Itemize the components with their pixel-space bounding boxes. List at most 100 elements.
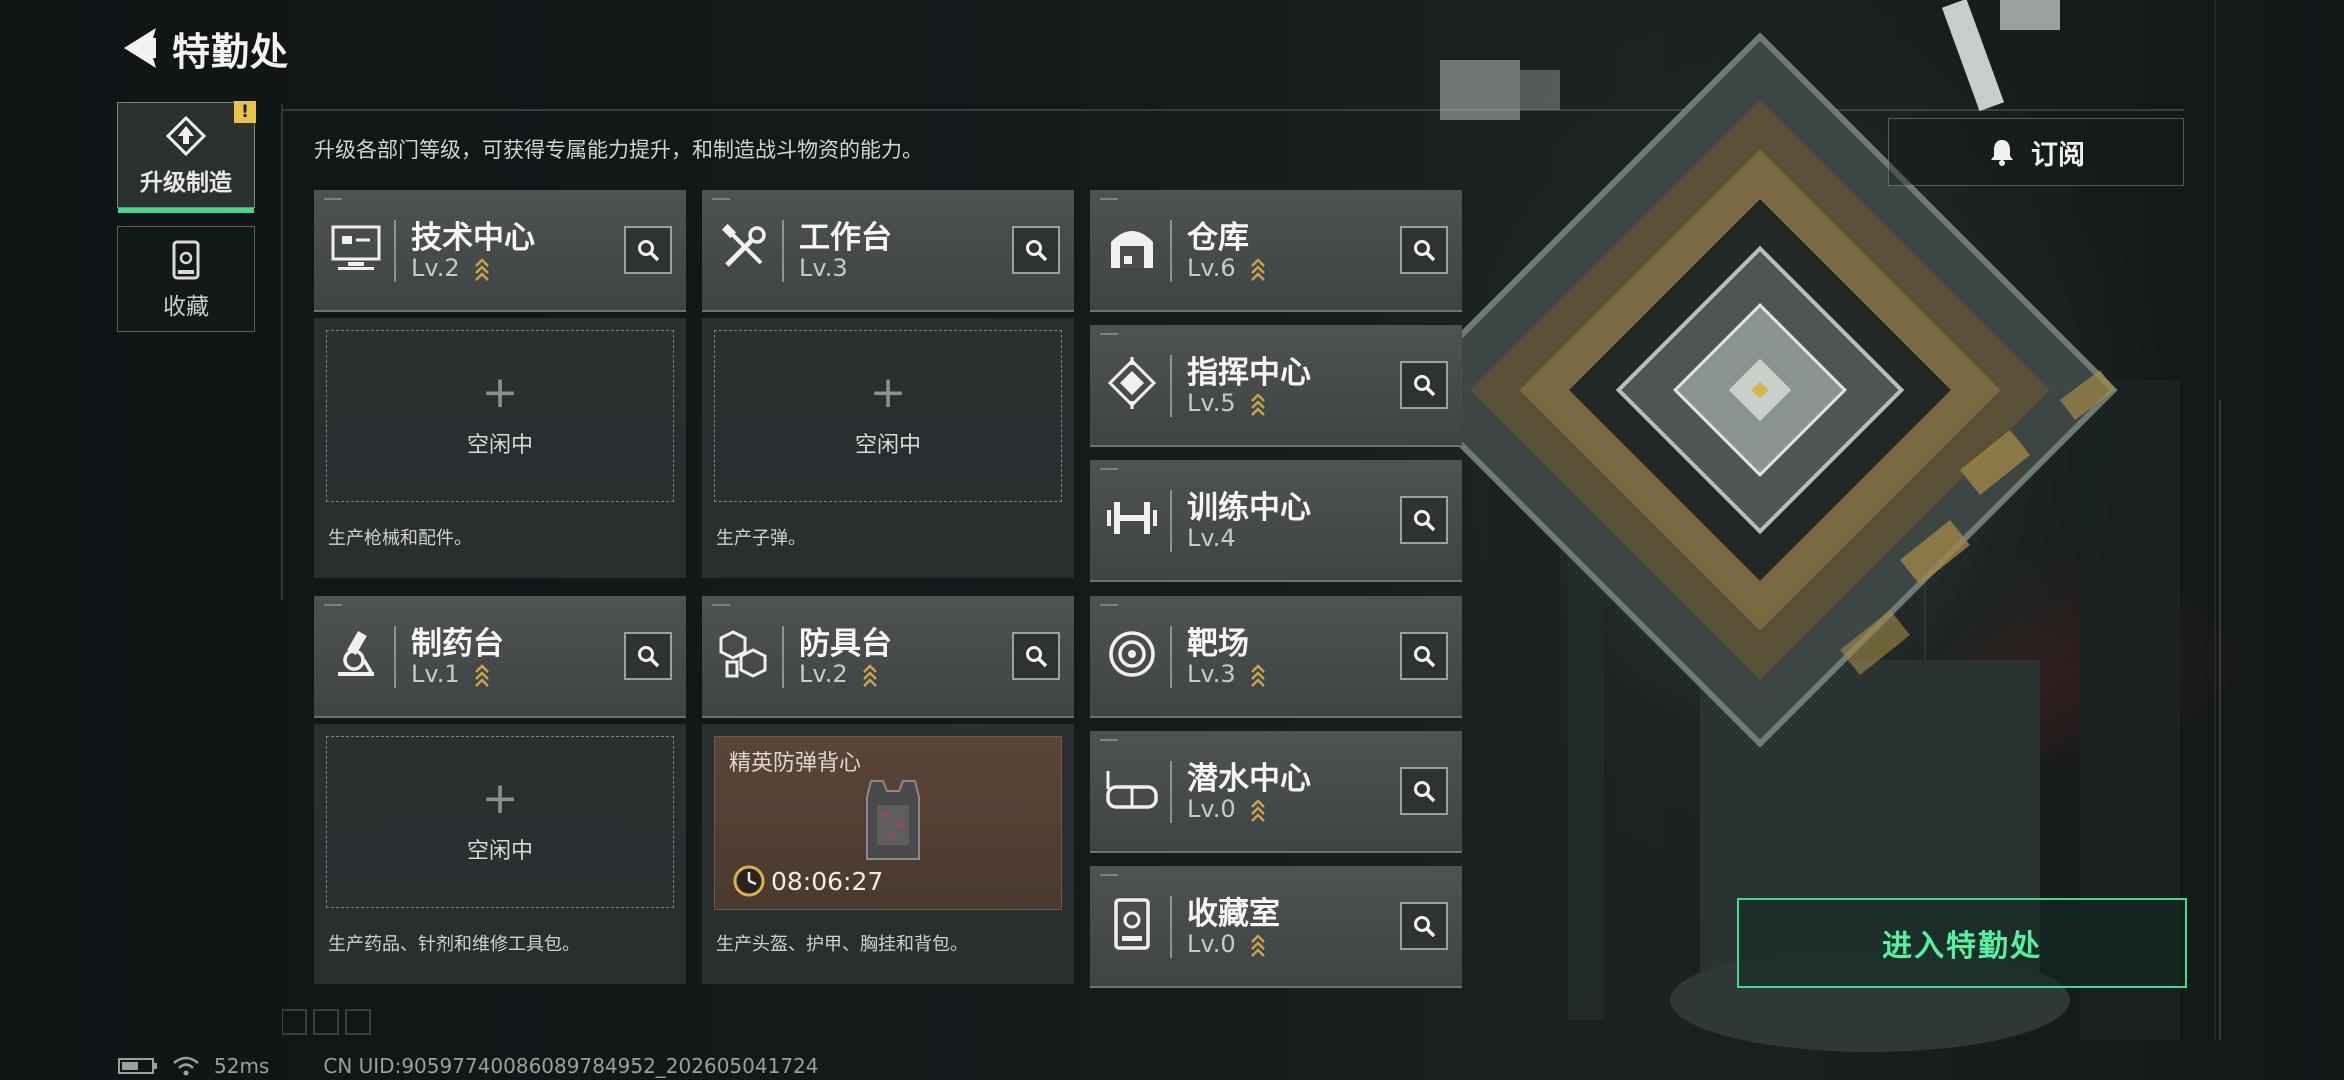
page-title: 特勤处 xyxy=(172,29,290,74)
enter-button-label: 进入特勤处 xyxy=(1882,929,2042,964)
corner-mark xyxy=(1100,739,1118,741)
facility-name: 技术中心 xyxy=(411,220,535,256)
page-header: 特勤处 xyxy=(118,22,668,74)
corner-mark xyxy=(1100,333,1118,335)
facility-name: 仓库 xyxy=(1187,220,1249,256)
upgrade-icon xyxy=(163,113,209,159)
card-divider xyxy=(782,220,784,282)
idle-production-slot[interactable]: + 空闲中 xyxy=(326,330,674,502)
microscope-icon xyxy=(328,624,384,684)
inspect-button[interactable] xyxy=(1400,496,1448,544)
command-target-icon xyxy=(1104,353,1160,413)
back-button[interactable] xyxy=(118,24,162,72)
magnifier-icon xyxy=(1414,510,1436,532)
facility-card-training[interactable]: 训练中心 Lv.4 xyxy=(1090,460,1462,582)
inspect-button[interactable] xyxy=(1012,632,1060,680)
corner-mark xyxy=(1100,874,1118,876)
card-divider xyxy=(1170,896,1172,958)
production-panel-armor: 精英防弹背心 08:06:27 生产头盔、护甲、胸挂和背包。 xyxy=(702,724,1074,984)
enter-special-ops-button[interactable]: 进入特勤处 xyxy=(1737,898,2187,988)
plus-icon: + xyxy=(869,367,907,418)
facility-level: Lv.5 xyxy=(1187,389,1236,417)
facility-card-command[interactable]: 指挥中心 Lv.5 xyxy=(1090,325,1462,447)
inspect-button[interactable] xyxy=(1400,361,1448,409)
card-divider xyxy=(394,626,396,688)
inspect-button[interactable] xyxy=(1400,767,1448,815)
idle-production-slot[interactable]: + 空闲中 xyxy=(326,736,674,908)
upgrade-chevron-icon xyxy=(1251,799,1265,822)
subscribe-button[interactable]: 订阅 xyxy=(1888,118,2184,186)
corner-mark xyxy=(712,198,730,200)
inspect-button[interactable] xyxy=(624,226,672,274)
production-description: 生产药品、针剂和维修工具包。 xyxy=(328,934,580,955)
facility-level: Lv.3 xyxy=(1187,660,1236,688)
card-divider xyxy=(1170,490,1172,552)
diving-mask-icon xyxy=(1104,759,1160,819)
facility-level: Lv.4 xyxy=(1187,524,1236,552)
facility-card-workbench[interactable]: 工作台 Lv.3 xyxy=(702,190,1074,312)
display-case-icon xyxy=(163,237,209,283)
ping-text: 52ms xyxy=(214,1054,270,1078)
facility-level: Lv.1 xyxy=(411,660,460,688)
tab-upgrade-craft[interactable]: ! 升级制造 xyxy=(117,101,256,213)
magnifier-icon xyxy=(638,240,660,262)
facility-name: 收藏室 xyxy=(1187,896,1280,932)
idle-label: 空闲中 xyxy=(466,433,533,458)
inspect-button[interactable] xyxy=(624,632,672,680)
corner-mark xyxy=(324,198,342,200)
card-divider xyxy=(394,220,396,282)
facility-card-range[interactable]: 靶场 Lv.3 xyxy=(1090,596,1462,718)
inspect-button[interactable] xyxy=(1400,902,1448,950)
status-bar: 52ms CN UID:9059774008608978495​2_202605… xyxy=(118,1054,819,1078)
card-divider xyxy=(1170,220,1172,282)
armor-parts-icon xyxy=(716,624,772,684)
facility-name: 防具台 xyxy=(799,626,892,662)
card-divider xyxy=(1170,761,1172,823)
bottom-decoration xyxy=(282,1009,371,1035)
crafting-item-slot[interactable]: 精英防弹背心 08:06:27 xyxy=(714,736,1062,910)
facility-card-pharmacy[interactable]: 制药台 Lv.1 xyxy=(314,596,686,718)
wifi-icon xyxy=(173,1056,199,1076)
card-divider xyxy=(782,626,784,688)
facility-card-tech[interactable]: 技术中心 Lv.2 xyxy=(314,190,686,312)
idle-label: 空闲中 xyxy=(854,433,921,458)
facility-name: 靶场 xyxy=(1187,626,1249,662)
facility-card-warehouse[interactable]: 仓库 Lv.6 xyxy=(1090,190,1462,312)
facility-card-diving[interactable]: 潜水中心 Lv.0 xyxy=(1090,731,1462,853)
facility-level: Lv.6 xyxy=(1187,254,1236,282)
facility-level: Lv.0 xyxy=(1187,930,1236,958)
upgrade-chevron-icon xyxy=(1251,664,1265,687)
facility-card-armor[interactable]: 防具台 Lv.2 xyxy=(702,596,1074,718)
magnifier-icon xyxy=(1026,240,1048,262)
magnifier-icon xyxy=(1414,240,1436,262)
inspect-button[interactable] xyxy=(1400,632,1448,680)
idle-production-slot[interactable]: + 空闲中 xyxy=(714,330,1062,502)
corner-mark xyxy=(1100,604,1118,606)
body-armor-vest-icon xyxy=(866,780,920,860)
alert-badge: ! xyxy=(234,101,256,123)
crafting-timer-icon xyxy=(733,865,765,897)
upgrade-chevron-icon xyxy=(475,664,489,687)
inspect-button[interactable] xyxy=(1400,226,1448,274)
warehouse-icon xyxy=(1104,218,1160,278)
page-description: 升级各部门等级，可获得专属能力提升，和制造战斗物资的能力。 xyxy=(314,138,923,162)
magnifier-icon xyxy=(638,646,660,668)
upgrade-chevron-icon xyxy=(1251,393,1265,416)
subscribe-label: 订阅 xyxy=(2031,139,2085,171)
facility-level: Lv.3 xyxy=(799,254,848,282)
display-case-icon xyxy=(1104,894,1160,954)
tab-favorites[interactable]: 收藏 xyxy=(117,226,255,332)
bell-icon xyxy=(1991,140,2013,166)
production-panel-workbench: + 空闲中 生产子弹。 xyxy=(702,318,1074,578)
inspect-button[interactable] xyxy=(1012,226,1060,274)
idle-label: 空闲中 xyxy=(466,839,533,864)
facility-card-collection[interactable]: 收藏室 Lv.0 xyxy=(1090,866,1462,988)
production-panel-tech: + 空闲中 生产枪械和配件。 xyxy=(314,318,686,578)
active-tab-indicator xyxy=(118,208,254,213)
card-divider xyxy=(1170,626,1172,688)
magnifier-icon xyxy=(1026,646,1048,668)
crafting-time-remaining: 08:06:27 xyxy=(771,867,884,896)
corner-mark xyxy=(324,604,342,606)
dumbbell-icon xyxy=(1104,488,1160,548)
facility-name: 潜水中心 xyxy=(1187,761,1311,797)
